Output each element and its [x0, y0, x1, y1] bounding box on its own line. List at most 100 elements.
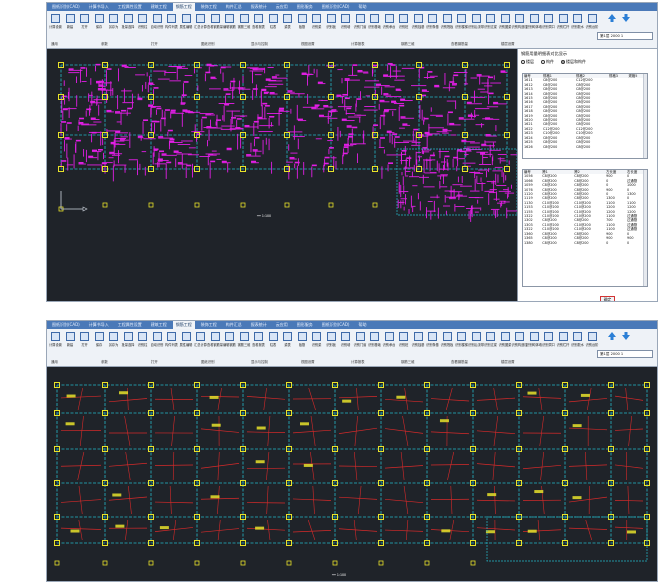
- ribbon-tool-button[interactable]: 识别楼梯: [455, 12, 468, 40]
- menu-tab[interactable]: 工程属性设置: [115, 3, 145, 11]
- ribbon-tool-button[interactable]: 查看报表: [252, 330, 265, 358]
- menu-tab[interactable]: 云应用: [273, 321, 291, 329]
- menu-tab[interactable]: 图纸识别(CAD): [319, 3, 353, 11]
- ribbon-tool-button[interactable]: 识别散水: [571, 330, 584, 358]
- menu-tab[interactable]: 装饰工程: [198, 321, 220, 329]
- ribbon-tool-button[interactable]: 识别门窗: [354, 12, 367, 40]
- menu-tab[interactable]: 图纸识别(CAD): [49, 3, 83, 11]
- menu-tab[interactable]: 报表统计: [248, 3, 270, 11]
- ribbon-tool-button[interactable]: 构件列表: [165, 330, 178, 358]
- menu-tab[interactable]: 建筑工程: [148, 3, 170, 11]
- ribbon-tool-button[interactable]: 查看钢筋量: [207, 12, 223, 40]
- floor-down-icon[interactable]: [621, 13, 631, 23]
- ribbon-tool-button[interactable]: 识别筏板: [441, 12, 454, 40]
- cad-drawing-canvas[interactable]: ━━ 1:100: [47, 367, 657, 581]
- ribbon-tool-button[interactable]: 识别桩: [397, 12, 410, 40]
- ribbon-tool-button[interactable]: 识别洞口: [542, 12, 555, 40]
- ribbon-tool-button[interactable]: 自动识别: [151, 330, 164, 358]
- ribbon-tool-button[interactable]: 识别台阶: [586, 330, 599, 358]
- ribbon-tool-button[interactable]: 识别板: [325, 12, 338, 40]
- ribbon-tool-button[interactable]: 构件列表: [165, 12, 178, 40]
- ribbon-tool-button[interactable]: 汇总计算: [194, 12, 207, 40]
- menu-tab[interactable]: 建筑工程: [148, 321, 170, 329]
- table-row[interactable]: 1059 C8@200 C8@200 0 1000: [523, 183, 647, 187]
- ribbon-tool-button[interactable]: 梁表: [281, 330, 294, 358]
- ribbon-tool-button[interactable]: 另存为: [107, 330, 120, 358]
- ribbon-tool-button[interactable]: 识别独基: [412, 12, 425, 40]
- display-mode-radio[interactable]: 楼层和构件: [561, 59, 586, 65]
- floor-up-icon[interactable]: [607, 13, 617, 23]
- ribbon-tool-button[interactable]: 保存: [93, 12, 106, 40]
- menu-tab[interactable]: 计算书导入: [86, 321, 112, 329]
- menu-tab[interactable]: 图形服务: [294, 321, 316, 329]
- menu-tab[interactable]: 图纸识别(CAD): [49, 321, 83, 329]
- ribbon-tool-button[interactable]: 识别承台: [383, 330, 396, 358]
- menu-tab[interactable]: 构件汇总: [223, 321, 245, 329]
- ribbon-tool-button[interactable]: 柱表: [267, 330, 280, 358]
- menu-tab[interactable]: 报表统计: [248, 321, 270, 329]
- ribbon-tool-button[interactable]: 查看报表: [252, 12, 265, 40]
- ribbon-tool-button[interactable]: 钢筋三维: [238, 12, 251, 40]
- ribbon-tool-button[interactable]: 自动识别: [151, 12, 164, 40]
- ribbon-tool-button[interactable]: 汇总计算: [194, 330, 207, 358]
- ribbon-tool-button[interactable]: 识别梁: [310, 12, 323, 40]
- ribbon-tool-button[interactable]: 识别砌体墙: [526, 12, 542, 40]
- display-mode-radio[interactable]: 构件: [541, 59, 554, 65]
- menu-tab[interactable]: 计算书导入: [86, 3, 112, 11]
- menu-tab[interactable]: 钢筋工程: [172, 3, 195, 11]
- ribbon-tool-button[interactable]: 属性编辑: [180, 330, 193, 358]
- ribbon-tool-button[interactable]: 识别砌体墙: [526, 330, 542, 358]
- ribbon-tool-button[interactable]: 识别独基: [412, 330, 425, 358]
- ribbon-tool-button[interactable]: 编辑钢筋: [223, 330, 236, 358]
- ribbon-tool-button[interactable]: 另存为: [107, 12, 120, 40]
- ribbon-tool-button[interactable]: 新建: [64, 330, 77, 358]
- rebar-table-1[interactable]: 编号 规格1 规格2 规格3 规格5 1611 C8@200 C12@200 1612 C8@20…: [522, 73, 648, 159]
- ribbon-tool-button[interactable]: 识别桩: [397, 330, 410, 358]
- ribbon-tool-button[interactable]: 批量选择: [122, 12, 135, 40]
- ribbon-tool-button[interactable]: 保存: [93, 330, 106, 358]
- ribbon-tool-button[interactable]: 识别楼梯: [455, 330, 468, 358]
- cad-drawing-canvas[interactable]: ━━ 1:100: [47, 49, 519, 301]
- display-mode-radio[interactable]: 楼层: [521, 59, 534, 65]
- table-row[interactable]: 1365 C8@200 C8@200 900 900: [523, 236, 647, 240]
- ribbon-tool-button[interactable]: 识别柱: [136, 12, 149, 40]
- floor-select[interactable]: 第1层 2000 1: [597, 350, 653, 358]
- ribbon-tool-button[interactable]: 识别栏杆: [557, 330, 570, 358]
- ribbon-tool-button[interactable]: 识别后浇带: [468, 330, 484, 358]
- ribbon-tool-button[interactable]: 柱表: [267, 12, 280, 40]
- ribbon-tool-button[interactable]: 识别洞口: [542, 330, 555, 358]
- ribbon-tool-button[interactable]: 识别墙: [339, 330, 352, 358]
- ribbon-tool-button[interactable]: 识别筏板: [441, 330, 454, 358]
- ribbon-tool-button[interactable]: 识别散水: [571, 12, 584, 40]
- ribbon-tool-button[interactable]: 属性编辑: [180, 12, 193, 40]
- ribbon-tool-button[interactable]: 识别台阶: [586, 12, 599, 40]
- ribbon-tool-button[interactable]: 识别梁: [310, 330, 323, 358]
- menu-tab[interactable]: 图形服务: [294, 3, 316, 11]
- ribbon-tool-button[interactable]: 识别圈梁: [499, 12, 512, 40]
- menu-tab[interactable]: 工程属性设置: [115, 321, 145, 329]
- menu-tab[interactable]: 装饰工程: [198, 3, 220, 11]
- ribbon-tool-button[interactable]: 识别条基: [426, 12, 439, 40]
- table2-scrollbar[interactable]: [643, 170, 647, 286]
- ok-button[interactable]: 确定: [600, 296, 615, 301]
- ribbon-tool-button[interactable]: 识别构造柱: [512, 12, 527, 40]
- ribbon-tool-button[interactable]: 编辑钢筋: [223, 12, 236, 40]
- menu-tab[interactable]: 帮助: [355, 321, 369, 329]
- floor-down-icon[interactable]: [621, 331, 631, 341]
- table-row[interactable]: 1380 C8@200 C8@200 0 0: [523, 241, 647, 245]
- ribbon-tool-button[interactable]: 查看钢筋量: [207, 330, 223, 358]
- ribbon-tool-button[interactable]: 识别基础: [368, 330, 381, 358]
- ribbon-tool-button[interactable]: 梁表: [281, 12, 294, 40]
- ribbon-tool-button[interactable]: 识别门窗: [354, 330, 367, 358]
- table-row[interactable]: 1153 C10@200 C10@200 1200 1200: [523, 205, 647, 209]
- floor-select[interactable]: 第1层 2000 1: [597, 32, 653, 40]
- ribbon-tool-button[interactable]: 识别条基: [426, 330, 439, 358]
- menu-tab[interactable]: 钢筋工程: [172, 321, 195, 329]
- ribbon-tool-button[interactable]: 打开: [78, 330, 91, 358]
- ribbon-tool-button[interactable]: 识别过梁: [484, 12, 497, 40]
- menu-tab[interactable]: 帮助: [355, 3, 369, 11]
- ribbon-tool-button[interactable]: 打开: [78, 12, 91, 40]
- ribbon-tool-button[interactable]: 识别构造柱: [512, 330, 527, 358]
- ribbon-tool-button[interactable]: 板筋: [296, 12, 309, 40]
- rebar-table-2[interactable]: 编号 跨1 跨2 左长度 右长度 1056 C8@200 C8@200 900 0 1066 C8@2…: [522, 169, 648, 287]
